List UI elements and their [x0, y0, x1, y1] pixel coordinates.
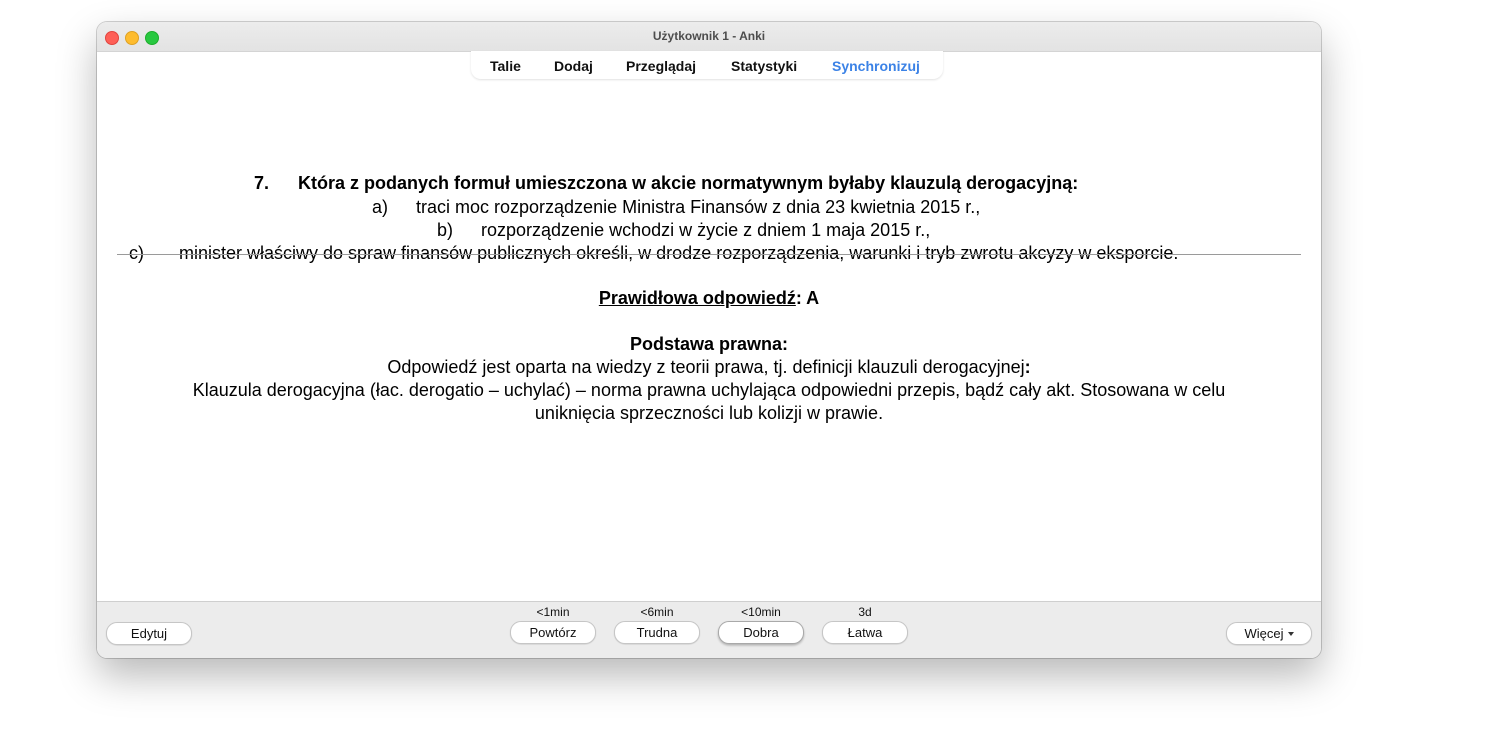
toolbar-stats[interactable]: Statystyki	[731, 58, 797, 74]
option-text: traci moc rozporządzenie Ministra Finans…	[416, 197, 981, 217]
correct-answer-value: : A	[795, 288, 820, 308]
basis-heading: Podstawa prawna:	[629, 334, 789, 354]
interval-easy: 3d	[858, 605, 872, 619]
interval-again: <1min	[536, 605, 570, 619]
definition-line-1: Klauzula derogacyjna (łac. derogatio – u…	[192, 380, 1226, 400]
interval-hard: <6min	[640, 605, 674, 619]
hard-button[interactable]: Trudna	[614, 621, 700, 644]
question-text: Która z podanych formuł umieszczona w ak…	[298, 173, 1079, 193]
correct-answer: Prawidłowa odpowiedź: A	[97, 288, 1321, 309]
answer-divider	[117, 254, 1301, 255]
correct-answer-label: Prawidłowa odpowiedź	[598, 288, 796, 308]
title-bar[interactable]: Użytkownik 1 - Anki	[97, 22, 1321, 52]
option-a: a) traci moc rozporządzenie Ministra Fina…	[372, 197, 980, 218]
chevron-down-icon	[1287, 632, 1294, 636]
more-button[interactable]: Więcej	[1226, 622, 1312, 645]
option-label: a)	[372, 197, 389, 217]
definition-line-2: uniknięcia sprzeczności lub kolizji w pr…	[534, 403, 884, 423]
good-button[interactable]: Dobra	[718, 621, 804, 644]
again-button[interactable]: Powtórz	[510, 621, 596, 644]
option-text: minister właściwy do spraw finansów publ…	[179, 243, 1179, 263]
question-heading: 7. Która z podanych formuł umieszczona w …	[254, 173, 1078, 194]
toolbar-add[interactable]: Dodaj	[554, 58, 593, 74]
more-button-label: Więcej	[1244, 626, 1284, 641]
interval-good: <10min	[741, 605, 781, 619]
toolbar-decks[interactable]: Talie	[490, 58, 521, 74]
answer-bar: Edytuj <1min Powtórz <6min Trudna <10min…	[97, 601, 1321, 658]
card-content: 7. Która z podanych formuł umieszczona w …	[97, 79, 1321, 602]
question-number: 7.	[254, 173, 270, 193]
main-toolbar: Talie Dodaj Przeglądaj Statystyki Synchr…	[471, 51, 943, 79]
easy-button[interactable]: Łatwa	[822, 621, 908, 644]
window-title: Użytkownik 1 - Anki	[652, 29, 766, 43]
toolbar-sync[interactable]: Synchronizuj	[832, 58, 920, 74]
edit-button[interactable]: Edytuj	[106, 622, 192, 645]
toolbar-browse[interactable]: Przeglądaj	[626, 58, 696, 74]
option-b: b) rozporządzenie wchodzi w życie z dniem…	[437, 220, 930, 241]
anki-window: Użytkownik 1 - Anki Talie Dodaj Przegląd…	[97, 22, 1321, 658]
basis-intro-text: Odpowiedź jest oparta na wiedzy z teorii…	[387, 357, 1025, 377]
basis-intro: Odpowiedź jest oparta na wiedzy z teorii…	[97, 357, 1321, 378]
option-text: rozporządzenie wchodzi w życie z dniem 1…	[481, 220, 931, 240]
option-label: b)	[437, 220, 454, 240]
basis-intro-colon: :	[1024, 357, 1031, 377]
